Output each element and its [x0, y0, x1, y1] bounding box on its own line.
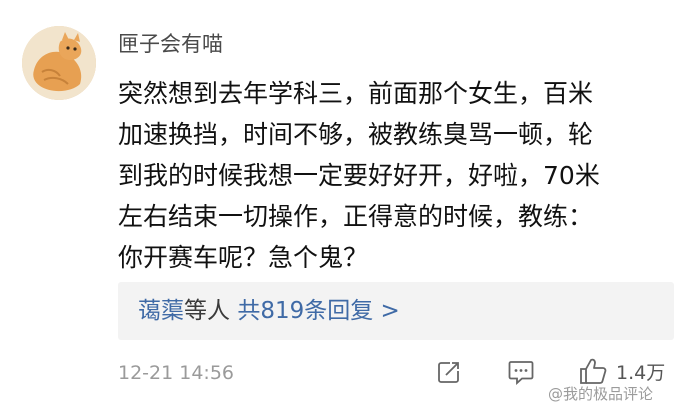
avatar[interactable]: [22, 26, 96, 100]
replies-summary[interactable]: 蔼蕖等人 共819条回复 >: [138, 296, 400, 326]
replies-count-link[interactable]: 共819条回复 >: [237, 298, 399, 324]
comment-line: 加速换挡，时间不够，被教练臭骂一顿，轮: [118, 120, 594, 149]
replies-preview[interactable]: 蔼蕖等人 共819条回复 >: [118, 282, 674, 340]
comment-text: 突然想到去年学科三，前面那个女生，百米 加速换挡，时间不够，被教练臭骂一顿，轮 …: [118, 73, 678, 278]
comment-author[interactable]: 匣子会有喵: [118, 30, 223, 58]
cat-avatar-icon: [22, 26, 96, 100]
comment-line: 突然想到去年学科三，前面那个女生，百米: [118, 79, 594, 108]
comment-line: 到我的时候我想一定要好好开，好啦，70米: [118, 161, 600, 190]
like-count: 1.4万: [616, 362, 666, 384]
comment-line: 你开赛车呢？急个鬼？: [118, 243, 369, 272]
watermark: @我的极品评论: [548, 385, 654, 403]
reply-user-names[interactable]: 蔼蕖: [138, 298, 184, 324]
comment-icon[interactable]: [507, 359, 535, 389]
comment-line: 左右结束一切操作，正得意的时候，教练：: [118, 202, 594, 231]
replies-others-label: 等人: [184, 298, 230, 324]
share-icon[interactable]: [436, 359, 462, 389]
comment-timestamp: 12-21 14:56: [118, 362, 235, 384]
